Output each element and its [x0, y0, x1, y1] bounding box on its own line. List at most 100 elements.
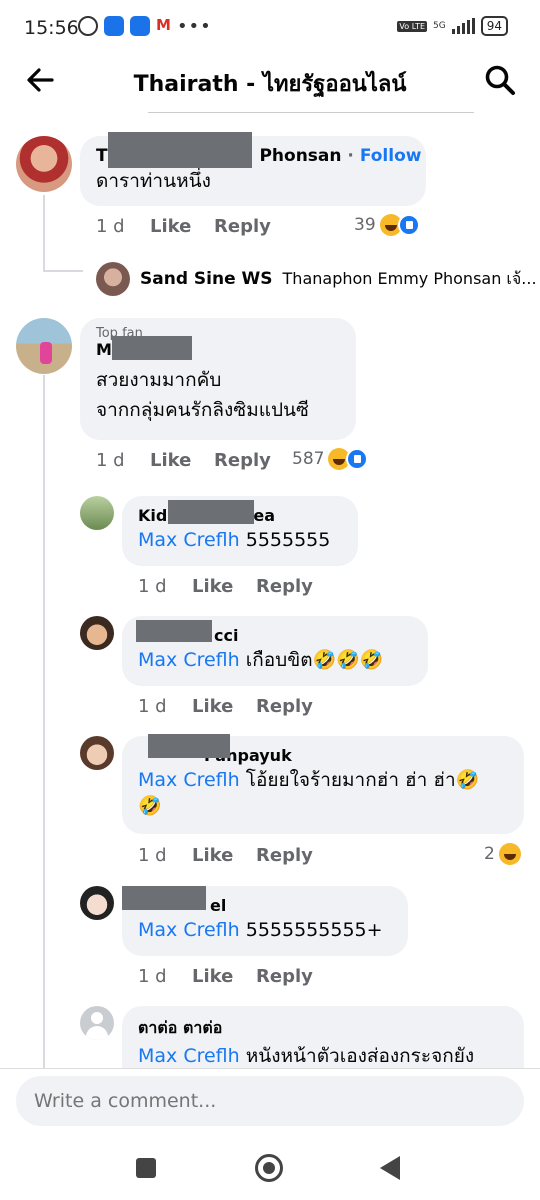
recents-icon[interactable] [136, 1158, 156, 1178]
thread-line [43, 270, 83, 272]
redaction-bar [168, 500, 254, 524]
reply-time: 1 d [138, 845, 167, 866]
reply-button[interactable]: Reply [256, 696, 313, 717]
reaction-summary[interactable]: 587 [292, 448, 369, 470]
reply-text-body: 5555555555+ [245, 919, 383, 941]
like-button[interactable]: Like [150, 450, 214, 471]
comment-text-line: สวยงามมากคับ [96, 369, 222, 391]
follow-button[interactable]: Follow [360, 146, 422, 166]
volte-indicator: Vo LTE [397, 20, 428, 32]
comment-time: 1 d [96, 216, 125, 237]
composer-divider [0, 1068, 540, 1069]
like-icon [346, 448, 369, 470]
reply-button[interactable]: Reply [214, 216, 271, 237]
mention-link[interactable]: Max Creflh [138, 769, 240, 791]
reply-text: Max Creflh เกือบขิต🤣🤣🤣 [138, 645, 412, 675]
signal-icon [451, 18, 475, 34]
reply-button[interactable]: Reply [256, 966, 313, 987]
reaction-count: 39 [354, 215, 376, 235]
page-title: Thairath - ไทยรัฐออนไลน์ [133, 72, 407, 97]
comment-input[interactable] [16, 1076, 524, 1126]
reply-author-end: el [210, 896, 227, 915]
reply-time: 1 d [138, 696, 167, 717]
avatar[interactable] [80, 736, 114, 770]
haha-icon [498, 843, 521, 865]
status-bar: 15:56 M ••• Vo LTE 5G 94 [0, 0, 540, 56]
comment-author-start: T [96, 146, 108, 166]
avatar[interactable] [16, 136, 72, 192]
reply-time: 1 d [138, 576, 167, 597]
default-avatar-icon[interactable] [80, 1006, 114, 1040]
like-button[interactable]: Like [192, 576, 256, 597]
reply-actions: 1 d Like Reply [138, 576, 313, 597]
like-button[interactable]: Like [150, 216, 214, 237]
comment-actions: 1 d Like Reply [96, 216, 271, 237]
reply-author-end: cci [214, 626, 239, 645]
reply-text: Max Creflh หนังหน้าตัวเองส่องกระจกยัง [138, 1041, 508, 1068]
avatar[interactable] [16, 318, 72, 374]
thread-line [43, 195, 45, 271]
reply-text-body: เกือบขิต🤣🤣🤣 [245, 649, 384, 671]
reply-author-end: ea [253, 506, 275, 525]
reply-time: 1 d [138, 966, 167, 987]
reply-text: Max Creflh โอ้ยยใจร้ายมากฮ่า ฮ่า ฮ่า🤣 [138, 765, 508, 795]
reply-text-body: 5555555 [245, 529, 331, 551]
reply-text-body: หนังหน้าตัวเองส่องกระจกยัง [245, 1045, 475, 1067]
mention-link[interactable]: Max Creflh [138, 649, 240, 671]
reaction-summary[interactable]: 39 [354, 214, 420, 236]
like-button[interactable]: Like [192, 966, 256, 987]
redaction-bar [112, 336, 192, 360]
reply-text-body: โอ้ยยใจร้ายมากฮ่า ฮ่า ฮ่า🤣 [245, 769, 480, 791]
phone-icon [104, 16, 124, 36]
gmail-icon: M [156, 16, 171, 34]
more-dots-icon: ••• [176, 16, 212, 37]
search-icon[interactable] [482, 62, 518, 98]
system-nav-bar [0, 1140, 540, 1200]
like-button[interactable]: Like [192, 845, 256, 866]
redaction-bar [122, 886, 206, 910]
mention-link[interactable]: Max Creflh [138, 1045, 240, 1067]
reply-author-start: Kid [138, 506, 168, 525]
reply-author: Sand Sine WS [140, 269, 273, 289]
comment-author-end: Phonsan [259, 146, 342, 166]
mention-link[interactable]: Max Creflh [138, 529, 240, 551]
home-icon[interactable] [255, 1154, 283, 1182]
mention-link[interactable]: Max Creflh [138, 919, 240, 941]
reaction-summary[interactable]: 2 [484, 843, 521, 865]
reply-author[interactable]: ตาต่อ ตาต่อ [138, 1016, 508, 1041]
like-button[interactable]: Like [192, 696, 256, 717]
comment-time: 1 d [96, 450, 125, 471]
header-divider [148, 112, 474, 113]
reply-text-line: 🤣 [138, 795, 162, 817]
network-type: 5G [433, 20, 446, 31]
back-icon[interactable] [380, 1156, 400, 1180]
avatar[interactable] [80, 496, 114, 530]
comment-text: ดาราท่านหนึ่ง [96, 170, 211, 192]
reply-text: Max Creflh 5555555555+ [138, 915, 392, 945]
reply-button[interactable]: Reply [256, 845, 313, 866]
thread-line [43, 375, 45, 1068]
status-icons: M ••• [78, 16, 212, 37]
reply-button[interactable]: Reply [256, 576, 313, 597]
avatar[interactable] [80, 616, 114, 650]
reply-actions: 1 d Like Reply [138, 966, 313, 987]
like-icon [397, 214, 420, 236]
reply-text: Max Creflh 5555555 [138, 525, 342, 555]
status-time: 15:56 [24, 17, 79, 39]
redaction-bar [108, 132, 252, 168]
comment-text-line: จากกลุ่มคนรักลิงซิมแปนซี [96, 399, 309, 421]
redaction-bar [148, 734, 230, 758]
avatar [96, 262, 130, 296]
messages-icon [130, 16, 150, 36]
avatar[interactable] [80, 886, 114, 920]
view-replies-link[interactable]: Sand Sine WS Thanaphon Emmy Phonsan เจ้.… [96, 262, 537, 296]
reply-button[interactable]: Reply [214, 450, 271, 471]
reaction-count: 2 [484, 844, 495, 864]
reply-actions: 1 d Like Reply [138, 696, 313, 717]
reply-bubble: ตาต่อ ตาต่อ Max Creflh หนังหน้าตัวเองส่อ… [122, 1006, 524, 1068]
battery-indicator: 94 [480, 16, 508, 36]
comment-actions: 1 d Like Reply [96, 450, 271, 471]
reply-actions: 1 d Like Reply [138, 845, 313, 866]
status-right: Vo LTE 5G 94 [397, 16, 508, 36]
redaction-bar [136, 620, 212, 642]
